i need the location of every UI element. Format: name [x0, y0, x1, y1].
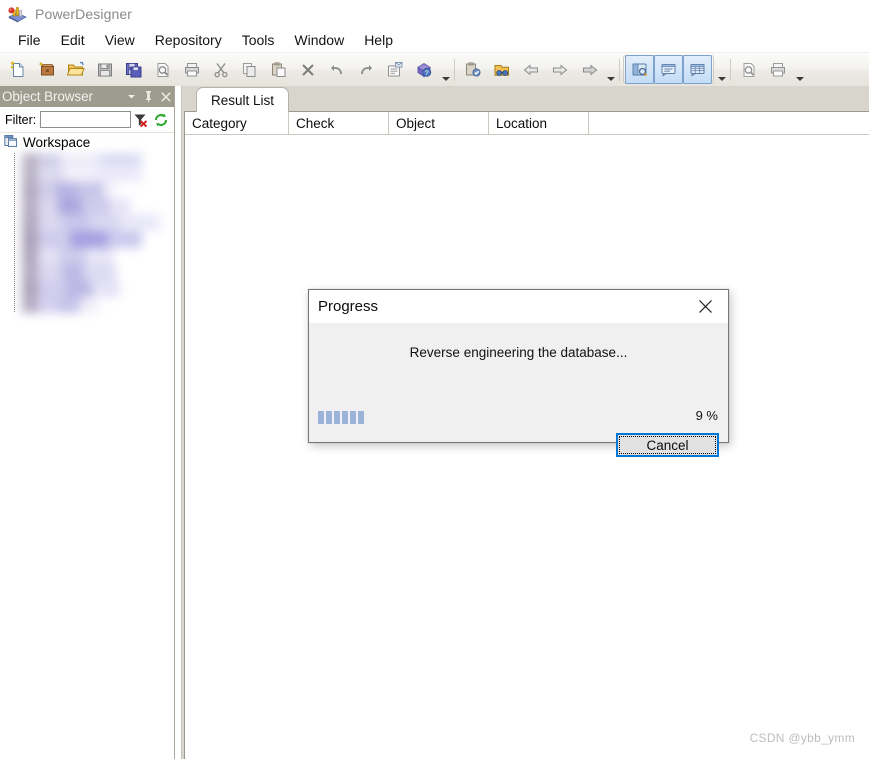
tree-item-workspace[interactable]: Workspace — [0, 133, 174, 151]
toolbar-separator — [730, 58, 731, 81]
app-title: PowerDesigner — [35, 6, 133, 22]
object-browser-header: Object Browser — [0, 86, 174, 107]
toolbar-group-view-toggles — [623, 55, 714, 84]
progress-segment — [342, 411, 348, 424]
object-browser-toggle-icon[interactable] — [625, 55, 654, 84]
menu-item-edit[interactable]: Edit — [51, 30, 95, 50]
output-window-toggle-icon[interactable] — [654, 55, 683, 84]
properties-icon[interactable] — [380, 55, 409, 84]
dialog-title: Progress — [318, 298, 379, 315]
new-model-icon[interactable] — [3, 55, 32, 84]
object-browser-tree[interactable]: Workspace — [0, 133, 174, 759]
cut-icon[interactable] — [206, 55, 235, 84]
menu-item-view[interactable]: View — [95, 30, 145, 50]
object-browser-title: Object Browser — [2, 89, 93, 104]
cancel-button-label: Cancel — [619, 436, 716, 454]
refresh-icon[interactable] — [151, 110, 171, 130]
progress-bar — [318, 411, 498, 424]
delete-icon[interactable] — [293, 55, 322, 84]
column-header-category[interactable]: Category — [185, 112, 289, 134]
toolbar-separator — [619, 58, 620, 81]
tree-guide-lines — [14, 153, 15, 313]
save-all-icon[interactable] — [119, 55, 148, 84]
tree-item-workspace-label: Workspace — [23, 134, 91, 150]
toolbar-group-standard: ? — [2, 55, 439, 85]
filter-row: Filter: — [0, 107, 174, 133]
save-icon[interactable] — [90, 55, 119, 84]
filter-input[interactable] — [40, 111, 131, 128]
result-list-body[interactable] — [185, 135, 869, 759]
previous-icon[interactable] — [516, 55, 545, 84]
open-folder-icon[interactable] — [61, 55, 90, 84]
menu-bar: File Edit View Repository Tools Window H… — [0, 28, 869, 53]
column-header-location[interactable]: Location — [489, 112, 589, 134]
watermark: CSDN @ybb_ymm — [749, 731, 855, 745]
progress-segment — [358, 411, 364, 424]
menu-item-tools[interactable]: Tools — [232, 30, 285, 50]
menu-item-file[interactable]: File — [8, 30, 51, 50]
progress-segment — [350, 411, 356, 424]
toolbar-overflow-view-toggles[interactable] — [715, 54, 728, 86]
printer-icon[interactable] — [763, 55, 792, 84]
paste-icon[interactable] — [264, 55, 293, 84]
column-header-object[interactable]: Object — [389, 112, 489, 134]
progress-segment — [326, 411, 332, 424]
progress-dialog: Progress Reverse engineering the databas… — [308, 289, 729, 457]
undo-icon[interactable] — [322, 55, 351, 84]
tab-strip: Result List — [182, 86, 869, 112]
cancel-button[interactable]: Cancel — [616, 433, 719, 457]
pin-icon[interactable] — [140, 88, 157, 105]
toolbar-overflow-preview-print[interactable] — [793, 54, 806, 86]
svg-text:?: ? — [424, 69, 428, 76]
toolbar-separator — [454, 58, 455, 81]
print-icon[interactable] — [177, 55, 206, 84]
object-browser-panel: Object Browser Filter: Workspace — [0, 86, 175, 759]
filter-label: Filter: — [5, 112, 37, 127]
powerdesigner-icon — [7, 5, 27, 23]
menu-item-repository[interactable]: Repository — [145, 30, 232, 50]
toolbar-overflow-standard[interactable] — [439, 54, 452, 86]
toolbar-overflow-repository[interactable] — [604, 54, 617, 86]
toolbar: ? — [0, 53, 869, 87]
menu-item-window[interactable]: Window — [284, 30, 354, 50]
tab-result-list-label: Result List — [211, 92, 275, 108]
menu-item-help[interactable]: Help — [354, 30, 403, 50]
toolbar-group-preview-print — [733, 55, 793, 85]
forward-icon[interactable] — [575, 55, 604, 84]
result-list-header: Category Check Object Location — [185, 112, 869, 135]
redacted-tree-content — [0, 151, 172, 329]
print-preview-icon[interactable] — [148, 55, 177, 84]
close-icon[interactable] — [683, 290, 728, 323]
title-bar: PowerDesigner — [0, 0, 869, 28]
dialog-title-bar: Progress — [309, 290, 728, 323]
toolbar-group-repository — [457, 55, 575, 85]
help-icon[interactable]: ? — [409, 55, 438, 84]
clear-filter-icon[interactable] — [131, 110, 151, 130]
progress-segment — [318, 411, 324, 424]
dialog-body: Reverse engineering the database... 9 % … — [309, 323, 728, 457]
browse-repository-icon[interactable] — [487, 55, 516, 84]
column-header-check[interactable]: Check — [289, 112, 389, 134]
copy-icon[interactable] — [235, 55, 264, 84]
chevron-down-icon[interactable] — [123, 88, 140, 105]
new-package-icon[interactable] — [32, 55, 61, 84]
check-in-icon[interactable] — [458, 55, 487, 84]
close-icon[interactable] — [157, 88, 174, 105]
workspace-icon — [4, 134, 18, 151]
progress-segment — [334, 411, 340, 424]
preview-icon[interactable] — [734, 55, 763, 84]
next-icon[interactable] — [545, 55, 574, 84]
panel-splitter[interactable] — [175, 86, 182, 759]
progress-percent-label: 9 % — [695, 408, 718, 423]
redo-icon[interactable] — [351, 55, 380, 84]
dialog-message: Reverse engineering the database... — [409, 345, 628, 360]
tab-result-list[interactable]: Result List — [196, 87, 290, 112]
result-list-toggle-icon[interactable] — [683, 55, 712, 84]
